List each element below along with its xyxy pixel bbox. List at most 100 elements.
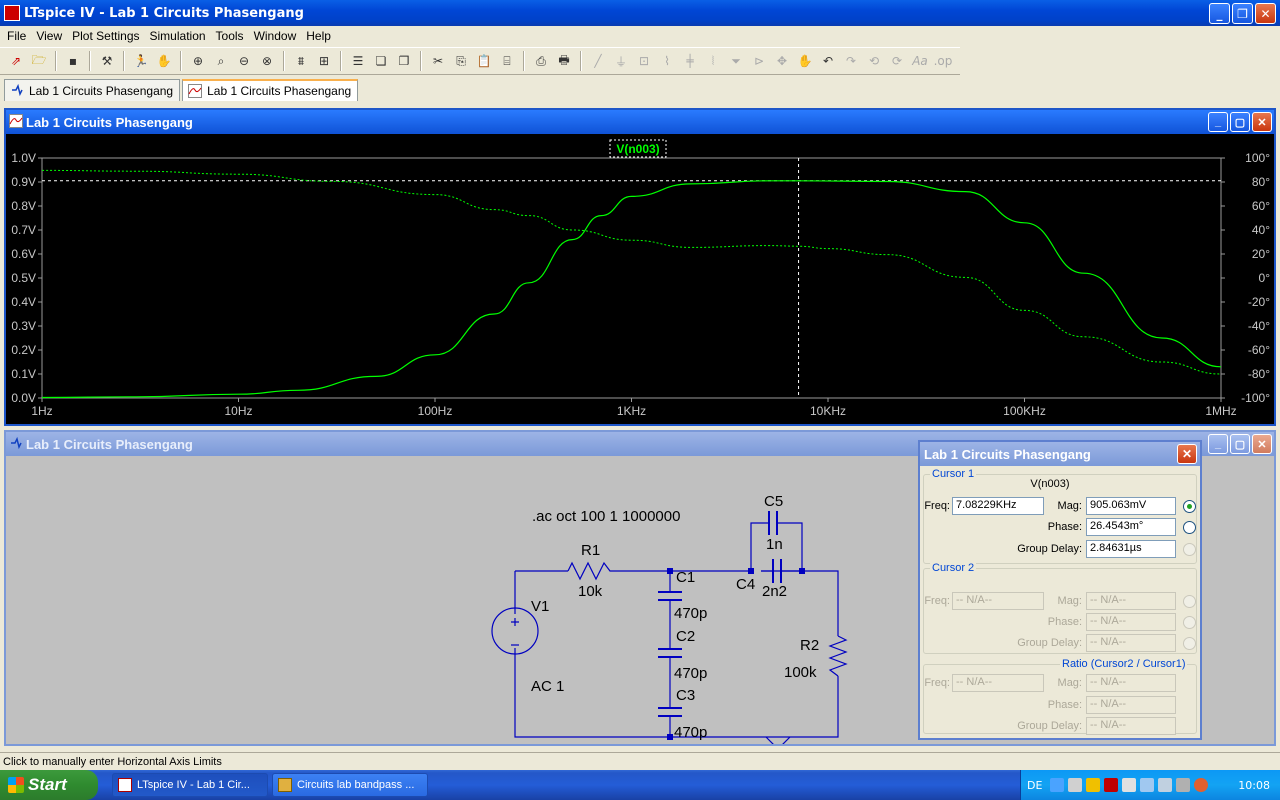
app-title-bar: LTspice IV - Lab 1 Circuits Phasengang _… xyxy=(0,0,1280,26)
halt-icon[interactable]: ✋ xyxy=(154,51,174,71)
menu-tools[interactable]: Tools xyxy=(211,29,249,43)
tile-horizontal-icon[interactable]: ☰ xyxy=(348,51,368,71)
zoom-in-icon[interactable]: ⊕ xyxy=(188,51,208,71)
y-right-tick-label: -40° xyxy=(1248,319,1270,333)
spice-directive-icon: .op xyxy=(933,54,953,68)
y-left-tick-label: 0.7V xyxy=(11,223,36,237)
zoom-pan-icon[interactable]: ⌕ xyxy=(211,51,231,71)
tray-icon-5[interactable] xyxy=(1122,778,1137,792)
cascade-icon[interactable]: ❏ xyxy=(371,51,391,71)
bode-plot[interactable]: 1.0V 0.9V 0.8V 0.7V 0.6V 0.5V 0.4V 0.3V 0.2V 0.1V… xyxy=(6,134,1274,424)
cursor-dialog-close-button[interactable]: ✕ xyxy=(1177,444,1197,464)
c1-label[interactable]: C1 xyxy=(676,569,695,586)
toolbar: ⇗ 🗁 ▪ ⚒ 🏃 ✋ ⊕ ⌕ ⊖ ⊗ ⩩ ⊞ ☰ ❏ ❐ ✂ ⎘ 📋 ⌸ ⎙ … xyxy=(0,47,960,75)
menu-window[interactable]: Window xyxy=(249,29,302,43)
tab-waveform[interactable]: Lab 1 Circuits Phasengang xyxy=(182,79,359,101)
rotate-icon: ⟲ xyxy=(868,54,880,68)
plot-frame xyxy=(41,157,1222,399)
menu-simulation[interactable]: Simulation xyxy=(145,29,211,43)
c3-label[interactable]: C3 xyxy=(676,687,695,704)
menu-plot-settings[interactable]: Plot Settings xyxy=(67,29,144,43)
cursor1-phase-field[interactable]: 26.4543m° xyxy=(1086,518,1176,536)
print-setup-icon[interactable]: ⎙ xyxy=(531,51,551,71)
cut-icon[interactable]: ✂ xyxy=(428,51,448,71)
drag-icon: ✋ xyxy=(797,54,813,68)
r2-label[interactable]: R2 xyxy=(800,637,819,654)
c3-value[interactable]: 470p xyxy=(674,724,707,741)
r1-label[interactable]: R1 xyxy=(581,542,600,559)
open-folder-icon[interactable]: 🗁 xyxy=(29,51,49,71)
c2-value[interactable]: 470p xyxy=(674,665,707,682)
ratio-gd-label: Group Delay: xyxy=(1017,720,1082,732)
c5-value[interactable]: 1n xyxy=(766,536,783,553)
pane-minimize-button[interactable]: _ xyxy=(1208,112,1228,132)
mark-data-icon[interactable]: ⊞ xyxy=(314,51,334,71)
zoom-out-icon[interactable]: ⊖ xyxy=(234,51,254,71)
cursor2-mag-label: Mag: xyxy=(1057,595,1082,607)
menu-help[interactable]: Help xyxy=(301,29,336,43)
v1-value[interactable]: AC 1 xyxy=(531,678,564,695)
pane-close-button[interactable]: ✕ xyxy=(1252,112,1272,132)
pane-maximize-button[interactable]: ▢ xyxy=(1230,112,1250,132)
tray-icon-7[interactable] xyxy=(1158,778,1173,792)
network-icon[interactable] xyxy=(1140,778,1155,792)
paste-icon[interactable]: 📋 xyxy=(474,51,494,71)
volume-icon[interactable] xyxy=(1176,778,1191,792)
label-net-icon: ⊡ xyxy=(638,54,650,68)
find-icon[interactable]: ⌸ xyxy=(497,51,517,71)
tile-vertical-icon[interactable]: ❐ xyxy=(394,51,414,71)
taskbar-item-circuits-lab[interactable]: Circuits lab bandpass ... xyxy=(272,773,428,797)
tray-icon-9[interactable] xyxy=(1194,778,1209,792)
pane-maximize-button[interactable]: ▢ xyxy=(1230,434,1250,454)
trace-label[interactable]: V(n003) xyxy=(616,142,659,156)
menu-file[interactable]: File xyxy=(2,29,31,43)
tab-schematic[interactable]: Lab 1 Circuits Phasengang xyxy=(4,79,181,101)
tray-icon-1[interactable] xyxy=(1050,778,1065,792)
document-icon xyxy=(278,778,292,792)
undo-icon[interactable]: ↶ xyxy=(818,51,838,71)
open-schematic-icon[interactable]: ⇗ xyxy=(6,51,26,71)
pane-minimize-button[interactable]: _ xyxy=(1208,434,1228,454)
security-shield-icon[interactable] xyxy=(1086,778,1101,792)
c4-label[interactable]: C4 xyxy=(736,576,755,593)
autorange-icon[interactable]: ⩩ xyxy=(291,51,311,71)
zoom-fit-icon[interactable]: ⊗ xyxy=(257,51,277,71)
print-icon[interactable]: 🖶 xyxy=(554,51,574,71)
run-icon[interactable]: 🏃 xyxy=(131,51,151,71)
pane-close-button[interactable]: ✕ xyxy=(1252,434,1272,454)
cursor2-freq-field: -- N/A-- xyxy=(952,592,1044,610)
copy-icon[interactable]: ⎘ xyxy=(451,51,471,71)
language-indicator[interactable]: DE xyxy=(1027,779,1042,792)
ati-icon[interactable] xyxy=(1104,778,1119,792)
spice-directive[interactable]: .ac oct 100 1 1000000 xyxy=(532,508,680,525)
close-button[interactable]: ✕ xyxy=(1255,3,1276,24)
tray-icon-2[interactable] xyxy=(1068,778,1083,792)
maximize-button[interactable]: ❐ xyxy=(1232,3,1253,24)
menu-view[interactable]: View xyxy=(31,29,67,43)
mirror-icon: ⟳ xyxy=(891,54,903,68)
start-button[interactable]: Start xyxy=(0,770,98,800)
cursor1-mag-radio[interactable] xyxy=(1183,500,1196,513)
status-bar: Click to manually enter Horizontal Axis … xyxy=(0,752,1280,770)
cursor1-mag-field[interactable]: 905.063mV xyxy=(1086,497,1176,515)
cursor1-freq-field[interactable]: 7.08229KHz xyxy=(952,497,1044,515)
cursor1-mag-label: Mag: xyxy=(1057,500,1082,512)
v1-label[interactable]: V1 xyxy=(531,598,549,615)
cursor1-trace: V(n003) xyxy=(1030,478,1070,490)
r2-value[interactable]: 100k xyxy=(784,664,817,681)
save-icon[interactable]: ▪ xyxy=(63,51,83,71)
cursor1-phase-radio[interactable] xyxy=(1183,521,1196,534)
cursor1-gd-label: Group Delay: xyxy=(1017,543,1082,555)
minimize-button[interactable]: _ xyxy=(1209,3,1230,24)
taskbar-item-ltspice[interactable]: LTspice IV - Lab 1 Cir... xyxy=(112,773,268,797)
cursor-dialog-title: Lab 1 Circuits Phasengang ✕ xyxy=(920,442,1200,466)
ltspice-icon xyxy=(118,778,132,792)
c4-value[interactable]: 2n2 xyxy=(762,583,787,600)
cursor2-gd-label: Group Delay: xyxy=(1017,637,1082,649)
cursor1-gd-field[interactable]: 2.84631µs xyxy=(1086,540,1176,558)
c1-value[interactable]: 470p xyxy=(674,605,707,622)
control-panel-icon[interactable]: ⚒ xyxy=(97,51,117,71)
c2-label[interactable]: C2 xyxy=(676,628,695,645)
r1-value[interactable]: 10k xyxy=(578,583,603,600)
c5-label[interactable]: C5 xyxy=(764,493,783,510)
